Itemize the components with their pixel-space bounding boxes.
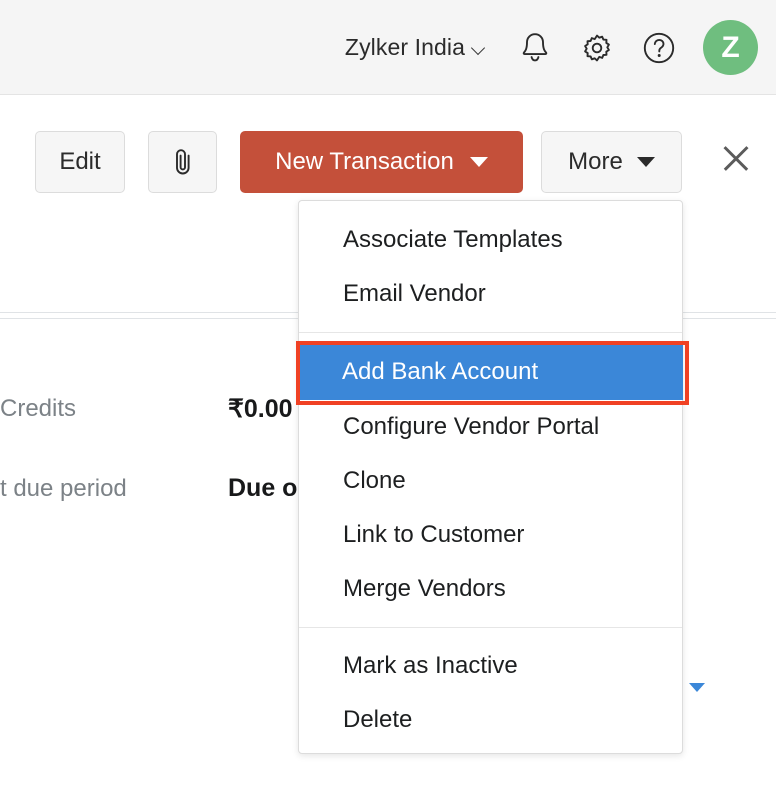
more-button-label: More xyxy=(568,148,623,176)
menu-item-merge-vendors[interactable]: Merge Vendors xyxy=(299,562,682,616)
more-button[interactable]: More xyxy=(541,131,682,193)
detail-label: Credits xyxy=(0,395,76,423)
new-transaction-button[interactable]: New Transaction xyxy=(240,131,523,193)
caret-down-icon xyxy=(470,157,488,167)
menu-item-label: Email Vendor xyxy=(343,280,486,308)
gear-icon xyxy=(581,32,613,64)
menu-item-link-to-customer[interactable]: Link to Customer xyxy=(299,508,682,562)
help-button[interactable] xyxy=(639,28,679,68)
detail-label: t due period xyxy=(0,475,127,503)
menu-spacer xyxy=(299,628,682,639)
menu-item-label: Link to Customer xyxy=(343,521,524,549)
attachment-button[interactable] xyxy=(148,131,217,193)
user-avatar[interactable]: Z xyxy=(703,20,758,75)
bell-icon xyxy=(520,31,550,65)
detail-value-due-period: Due o xyxy=(228,474,297,503)
menu-item-delete[interactable]: Delete xyxy=(299,693,682,747)
menu-item-label: Merge Vendors xyxy=(343,575,506,603)
org-name-label: Zylker India xyxy=(345,34,465,61)
avatar-initial: Z xyxy=(721,31,739,65)
menu-item-label: Mark as Inactive xyxy=(343,652,518,680)
edit-button[interactable]: Edit xyxy=(35,131,125,193)
detail-value: Due o xyxy=(228,474,297,503)
menu-item-label: Delete xyxy=(343,706,412,734)
menu-item-label: Configure Vendor Portal xyxy=(343,413,599,441)
more-actions-dropdown-menu: Associate Templates Email Vendor Add Ban… xyxy=(298,200,683,754)
menu-item-clone[interactable]: Clone xyxy=(299,454,682,508)
detail-row-due-period: t due period xyxy=(0,475,127,503)
menu-item-configure-vendor-portal[interactable]: Configure Vendor Portal xyxy=(299,400,682,454)
detail-row-credits: Credits xyxy=(0,395,76,423)
caret-down-icon[interactable] xyxy=(689,683,705,692)
caret-down-icon xyxy=(637,157,655,167)
menu-item-label: Associate Templates xyxy=(343,226,563,254)
detail-value: ₹0.00 xyxy=(228,394,293,424)
settings-button[interactable] xyxy=(577,28,617,68)
question-circle-icon xyxy=(642,31,676,65)
menu-item-label: Clone xyxy=(343,467,406,495)
header-actions: Zylker India Z xyxy=(345,0,758,95)
detail-value-credits: ₹0.00 xyxy=(228,394,293,424)
edit-button-label: Edit xyxy=(59,148,100,176)
menu-item-add-bank-account[interactable]: Add Bank Account xyxy=(298,344,683,400)
record-toolbar: Edit New Transaction More xyxy=(0,96,776,216)
menu-item-email-vendor[interactable]: Email Vendor xyxy=(299,267,682,321)
org-switcher[interactable]: Zylker India xyxy=(345,34,487,61)
new-transaction-label: New Transaction xyxy=(275,148,454,176)
menu-item-mark-as-inactive[interactable]: Mark as Inactive xyxy=(299,639,682,693)
paperclip-icon xyxy=(172,146,194,178)
chevron-down-icon xyxy=(472,43,487,52)
close-icon[interactable] xyxy=(718,140,754,176)
menu-spacer xyxy=(299,333,682,344)
notification-bell-button[interactable] xyxy=(515,28,555,68)
menu-item-label: Add Bank Account xyxy=(342,358,538,386)
menu-item-associate-templates[interactable]: Associate Templates xyxy=(299,213,682,267)
top-header-bar: Zylker India Z xyxy=(0,0,776,95)
